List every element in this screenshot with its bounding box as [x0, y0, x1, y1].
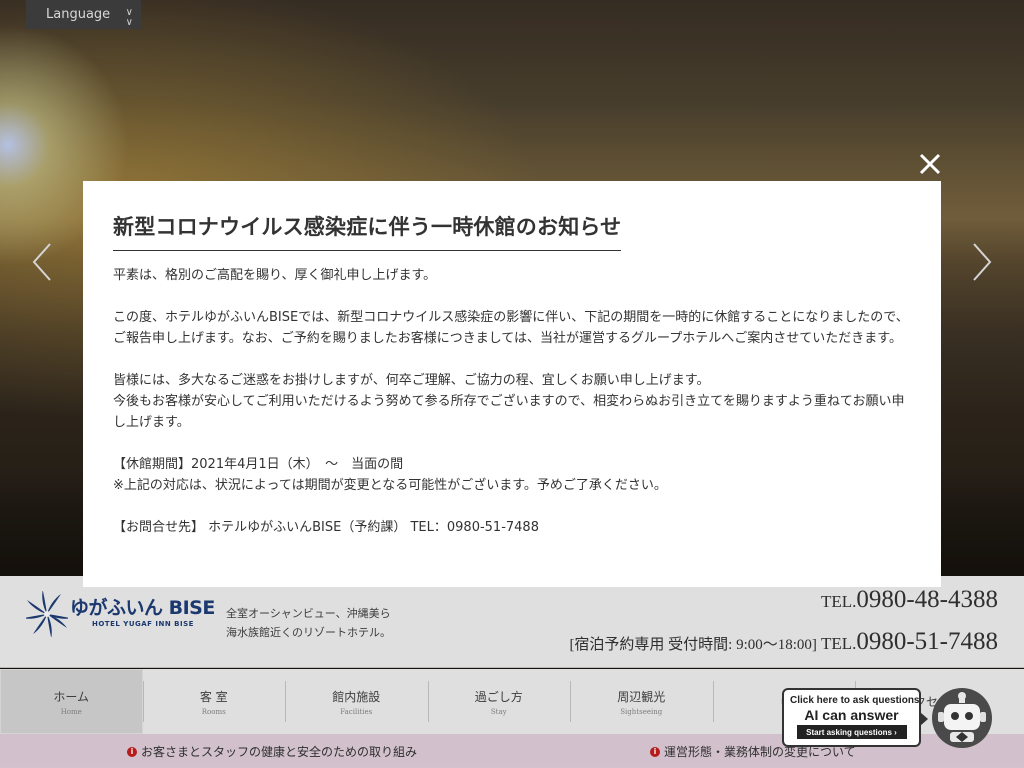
modal-close-button[interactable]: [916, 150, 944, 178]
nav-label: 過ごし方: [474, 689, 523, 704]
nav-item-home[interactable]: ホーム Home: [0, 669, 143, 734]
nav-item-sightseeing[interactable]: 周辺観光 Sightseeing: [570, 669, 713, 734]
nav-sublabel: Facilities: [340, 707, 373, 716]
slider-prev-button[interactable]: [28, 240, 58, 284]
tagline-line-2: 海水族館近くのリゾートホテル。: [226, 626, 391, 639]
robot-icon: [938, 692, 986, 742]
nav-label: 周辺観光: [617, 689, 666, 704]
logo-wordmark: ゆがふいん BISE: [70, 597, 215, 619]
hotel-tagline: 全室オーシャンビュー、沖縄美ら 海水族館近くのリゾートホテル。: [226, 604, 391, 642]
modal-paragraph-apology: 皆様には、多大なるご迷惑をお掛けしますが、何卒ご理解、ご協力の程、宜しくお願い申…: [113, 373, 710, 388]
reservation-hours: [宿泊予約専用 受付時間: 9:00～18:00]: [569, 637, 817, 653]
tagline-line-1: 全室オーシャンビュー、沖縄美ら: [226, 607, 391, 620]
modal-closure-note: ※上記の対応は、状況によっては期間が変更となる可能性がございます。予めご了承くだ…: [113, 478, 667, 493]
chevron-right-icon: ›: [894, 727, 897, 737]
chat-headline: AI can answer: [804, 707, 899, 723]
tel-prefix-reservation: TEL.: [820, 634, 857, 653]
modal-closure-period: 【休館期間】2021年4月1日（木） ～ 当面の間: [113, 457, 404, 472]
tel-prefix: TEL.: [820, 592, 857, 611]
info-icon: i: [650, 746, 660, 757]
tel-reservation-number: 0980-51-7488: [856, 628, 998, 655]
pinwheel-logo-icon: [26, 591, 68, 637]
modal-paragraph-request: 今後もお客様が安心してご利用いただけるよう努めて参る所存でございますので、相変わ…: [113, 394, 905, 430]
modal-paragraph-announcement: この度、ホテルゆがふいんBISEでは、新型コロナウイルス感染症の影響に伴い、下記…: [113, 310, 909, 346]
modal-contact: 【お問合せ先】 ホテルゆがふいんBISE（予約課） TEL：0980-51-74…: [113, 520, 539, 535]
logo-subtitle: HOTEL YUGAF INN BISE: [92, 620, 194, 628]
slider-next-button[interactable]: [966, 240, 996, 284]
modal-title: 新型コロナウイルス感染症に伴う一時休館のお知らせ: [113, 211, 622, 251]
notice-text: お客さまとスタッフの健康と安全のための取り組み: [141, 745, 418, 759]
site-header: ゆがふいん BISE HOTEL YUGAF INN BISE 全室オーシャンビ…: [0, 576, 1024, 668]
info-icon: i: [127, 746, 137, 757]
language-label: Language: [46, 7, 111, 22]
nav-label: ホーム: [53, 689, 90, 704]
double-chevron-down-icon: ∨ ∨: [125, 7, 133, 28]
ai-chat-bubble[interactable]: Click here to ask questions AI can answe…: [782, 688, 928, 747]
chevron-right-icon: [973, 243, 992, 281]
chat-prompt-line: Click here to ask questions: [790, 695, 920, 706]
chat-start-button[interactable]: Start asking questions ›: [796, 725, 907, 739]
nav-label: 館内施設: [332, 689, 381, 704]
chat-bot-button[interactable]: [932, 688, 992, 748]
nav-item-rooms[interactable]: 客 室 Rooms: [142, 669, 286, 734]
language-selector[interactable]: Language ∨ ∨: [26, 0, 141, 29]
hotel-logo[interactable]: ゆがふいん BISE HOTEL YUGAF INN BISE: [26, 591, 215, 637]
nav-sublabel: Home: [60, 707, 82, 716]
chevron-left-icon: [32, 243, 51, 281]
notice-link-safety[interactable]: i お客さまとスタッフの健康と安全のための取り組み: [127, 743, 417, 760]
tel-main-number: 0980-48-4388: [856, 586, 998, 613]
close-icon: [919, 153, 941, 175]
nav-sublabel: Stay: [490, 707, 507, 716]
chat-cta-label: Start asking questions: [806, 727, 892, 737]
nav-item-facilities[interactable]: 館内施設 Facilities: [285, 669, 428, 734]
reservation-phone: [宿泊予約専用 受付時間: 9:00～18:00] TEL.0980-51-74…: [569, 628, 998, 656]
nav-item-stay[interactable]: 過ごし方 Stay: [427, 669, 571, 734]
nav-sublabel: Rooms: [201, 707, 226, 716]
closure-notice-modal: 新型コロナウイルス感染症に伴う一時休館のお知らせ 平素は、格別のご高配を賜り、厚…: [83, 181, 941, 587]
main-phone: TEL.0980-48-4388: [821, 586, 998, 614]
nav-sublabel: Sightseeing: [620, 707, 663, 716]
modal-paragraph-greeting: 平素は、格別のご高配を賜り、厚く御礼申し上げます。: [113, 268, 437, 283]
nav-label: 客 室: [199, 689, 228, 704]
